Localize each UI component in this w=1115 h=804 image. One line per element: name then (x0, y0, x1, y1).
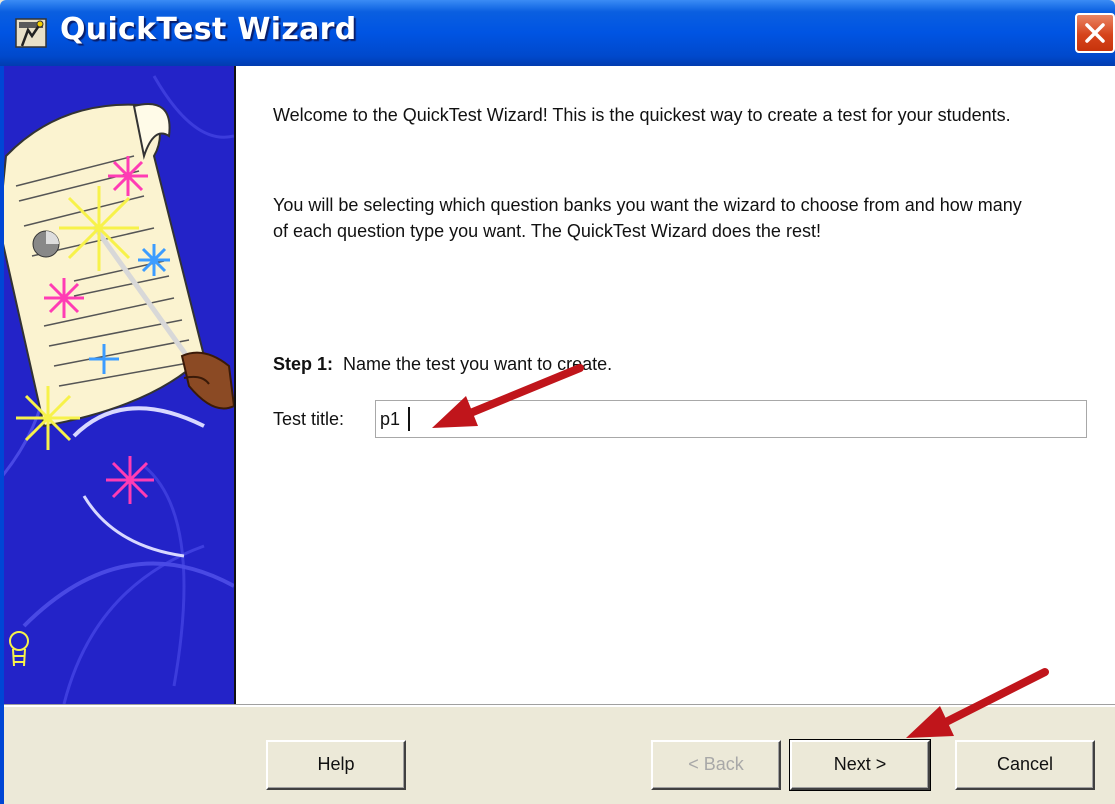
quicktest-wizard-window: QuickTest Wizard Welcome to the QuickTes… (0, 0, 1115, 804)
lightbulb-icon (9, 631, 29, 667)
test-title-label: Test title: (273, 409, 345, 429)
wizard-illustration (4, 66, 236, 704)
cancel-button[interactable]: Cancel (955, 740, 1095, 790)
step-1-label: Step 1: (273, 354, 334, 374)
step-1-heading: Step 1: Name the test you want to create. (273, 354, 612, 375)
test-title-value: p1 (380, 409, 401, 429)
wizard-content: Welcome to the QuickTest Wizard! This is… (236, 66, 1115, 704)
text-caret (408, 407, 410, 431)
back-button[interactable]: < Back (651, 740, 781, 790)
help-button[interactable]: Help (266, 740, 406, 790)
test-title-input[interactable]: p1 (375, 400, 1087, 438)
wizard-app-icon (14, 16, 50, 50)
title-bar[interactable]: QuickTest Wizard (0, 0, 1115, 66)
step-1-text: Name the test you want to create. (343, 354, 613, 374)
next-button[interactable]: Next > (789, 739, 931, 791)
instructions-text: You will be selecting which question ban… (273, 195, 1022, 241)
welcome-text: Welcome to the QuickTest Wizard! This is… (273, 105, 1011, 125)
window-title: QuickTest Wizard (60, 12, 357, 47)
button-bar-divider (4, 704, 1115, 707)
close-icon (1085, 23, 1105, 43)
close-button[interactable] (1075, 13, 1115, 53)
